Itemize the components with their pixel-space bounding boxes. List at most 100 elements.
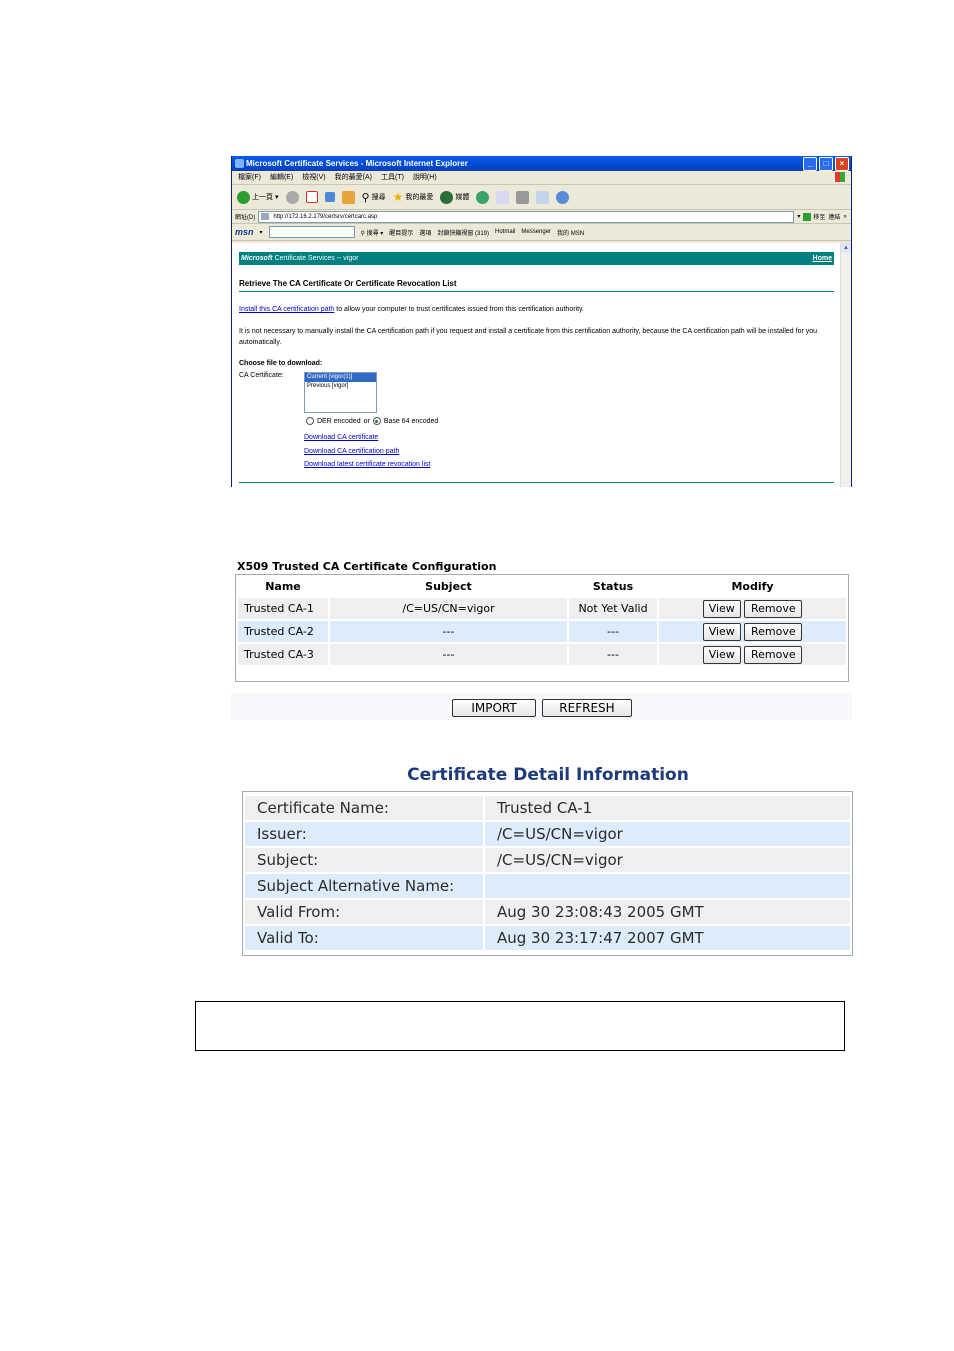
menu-file[interactable]: 檔案(F) — [238, 171, 261, 184]
detail-value: /C=US/CN=vigor — [485, 822, 850, 846]
vertical-scrollbar[interactable]: ▲ — [840, 243, 851, 487]
detail-title: Certificate Detail Information — [407, 765, 689, 785]
dropdown-arrow-icon[interactable]: ▾ — [275, 193, 279, 201]
msn-highlight-button[interactable]: 醒目提示 — [389, 228, 413, 237]
mail-icon[interactable] — [496, 190, 510, 204]
page-content: Microsoft Certificate Services -- vigor … — [232, 243, 840, 487]
table-row: Trusted CA-1 /C=US/CN=vigor Not Yet Vali… — [238, 598, 846, 619]
menu-tools[interactable]: 工具(T) — [381, 171, 404, 184]
download-ca-path-link[interactable]: Download CA certification path — [304, 448, 399, 455]
address-input[interactable]: http://172.16.2.179/certsrv/certcarc.asp — [258, 210, 795, 223]
ca-name: Trusted CA-3 — [238, 644, 328, 665]
print-icon[interactable] — [516, 190, 530, 204]
msn-hotmail-button[interactable]: Hotmail — [495, 229, 515, 235]
note-box — [195, 1001, 845, 1051]
view-button[interactable]: View — [702, 599, 741, 618]
edit-icon[interactable] — [536, 190, 550, 204]
modify-cell: View Remove — [659, 598, 846, 619]
mcs-header: Microsoft Certificate Services -- vigor … — [239, 252, 834, 265]
msn-mymsn-button[interactable]: 我的 MSN — [557, 228, 584, 237]
media-icon — [440, 190, 454, 204]
window-titlebar: Microsoft Certificate Services - Microso… — [232, 156, 851, 171]
address-label: 網址(D) — [235, 215, 256, 221]
der-label: DER encoded — [317, 417, 361, 425]
search-icon: ⚲ — [361, 191, 370, 204]
maximize-icon[interactable]: □ — [819, 157, 833, 171]
view-button[interactable]: View — [702, 645, 741, 664]
home-link[interactable]: Home — [813, 252, 832, 265]
menu-favorites[interactable]: 我的最愛(A) — [335, 171, 372, 184]
detail-row: Valid From: Aug 30 23:08:43 2005 GMT — [245, 900, 850, 924]
encoding-options: DER encoded or Base 64 encoded — [306, 417, 438, 425]
ca-subject: --- — [330, 621, 567, 642]
install-text: to allow your computer to trust certific… — [334, 306, 584, 313]
msn-search-input[interactable] — [268, 226, 355, 238]
history-icon[interactable] — [476, 190, 490, 204]
forward-arrow-icon[interactable] — [285, 190, 299, 204]
ca-table-box: Name Subject Status Modify Trusted CA-1 … — [235, 574, 849, 682]
home-icon[interactable] — [341, 190, 355, 204]
back-button[interactable]: 上一頁 ▾ — [237, 190, 279, 204]
action-button-row: IMPORT REFRESH — [231, 693, 852, 720]
favorites-button[interactable]: ★ 我的最愛 — [393, 190, 434, 204]
messenger-icon[interactable] — [556, 190, 570, 204]
remove-button[interactable]: Remove — [744, 599, 803, 618]
msn-search-button[interactable]: ⚲ 搜尋 ▾ — [361, 228, 384, 237]
detail-row: Valid To: Aug 30 23:17:47 2007 GMT — [245, 926, 850, 950]
chevron-right-icon[interactable]: » — [843, 214, 846, 220]
ca-status: --- — [569, 621, 657, 642]
menu-view[interactable]: 檢視(V) — [302, 171, 325, 184]
remove-button[interactable]: Remove — [744, 645, 803, 664]
address-dropdown-icon[interactable]: ▾ — [797, 213, 800, 220]
detail-row: Subject: /C=US/CN=vigor — [245, 848, 850, 872]
msn-toolbar: msn ▾ ⚲ 搜尋 ▾ 醒目提示 選項 封鎖快顯視窗 (319) Hotmai… — [232, 224, 851, 241]
import-button[interactable]: IMPORT — [452, 699, 536, 717]
install-ca-path-link[interactable]: Install this CA certification path — [239, 306, 334, 313]
msn-messenger-button[interactable]: Messenger — [521, 229, 551, 235]
menu-edit[interactable]: 編輯(E) — [270, 171, 293, 184]
refresh-icon[interactable] — [324, 192, 335, 202]
choose-file-heading: Choose file to download: — [239, 360, 323, 367]
download-crl-link[interactable]: Download latest certificate revocation l… — [304, 461, 430, 468]
table-row: Trusted CA-3 --- --- View Remove — [238, 644, 846, 665]
links-label[interactable]: 連結 — [828, 212, 840, 221]
go-label: 移至 — [813, 215, 826, 221]
ca-certificate-listbox[interactable]: Current [vigor(1)] Previous [vigor] — [304, 372, 377, 413]
browser-window: Microsoft Certificate Services - Microso… — [231, 156, 852, 487]
divider — [239, 291, 834, 292]
popup-blocker-button[interactable]: 封鎖快顯視窗 (319) — [437, 228, 489, 237]
search-button[interactable]: ⚲ 搜尋 — [362, 191, 386, 204]
view-button[interactable]: View — [702, 622, 741, 641]
der-radio[interactable] — [306, 417, 314, 425]
table-row: Trusted CA-2 --- --- View Remove — [238, 621, 846, 642]
detail-row: Subject Alternative Name: — [245, 874, 850, 898]
msn-options-button[interactable]: 選項 — [419, 228, 431, 237]
msn-search-label: 搜尋 — [366, 230, 379, 237]
detail-row: Certificate Name: Trusted CA-1 — [245, 796, 850, 820]
refresh-button[interactable]: REFRESH — [542, 699, 632, 717]
table-header-row: Name Subject Status Modify — [238, 577, 846, 596]
go-button[interactable]: 移至 — [803, 212, 825, 221]
base64-label: Base 64 encoded — [383, 417, 439, 425]
detail-key: Valid To: — [245, 926, 483, 950]
menu-bar: 檔案(F) 編輯(E) 檢視(V) 我的最愛(A) 工具(T) 說明(H) — [232, 171, 851, 185]
scroll-up-icon[interactable]: ▲ — [841, 243, 851, 253]
base64-radio[interactable] — [372, 417, 381, 425]
divider — [239, 482, 834, 483]
ca-status: Not Yet Valid — [569, 598, 657, 619]
close-icon[interactable]: × — [835, 157, 849, 171]
menu-help[interactable]: 說明(H) — [413, 171, 437, 184]
stop-icon[interactable] — [305, 191, 318, 203]
certificate-detail-panel: Certificate Detail Information Certifica… — [242, 762, 854, 956]
media-button[interactable]: 媒體 — [440, 190, 469, 204]
detail-value: /C=US/CN=vigor — [485, 848, 850, 872]
download-ca-certificate-link[interactable]: Download CA certificate — [304, 434, 378, 441]
remove-button[interactable]: Remove — [744, 622, 803, 641]
ca-option-current[interactable]: Current [vigor(1)] — [305, 373, 376, 382]
detail-table: Certificate Name: Trusted CA-1 Issuer: /… — [243, 794, 852, 952]
msn-logo[interactable]: msn — [235, 227, 254, 237]
note-paragraph: It is not necessary to manually install … — [239, 328, 818, 346]
ca-option-previous[interactable]: Previous [vigor] — [305, 382, 376, 391]
msn-dropdown-icon[interactable]: ▾ — [260, 229, 263, 236]
minimize-icon[interactable]: _ — [803, 157, 817, 171]
